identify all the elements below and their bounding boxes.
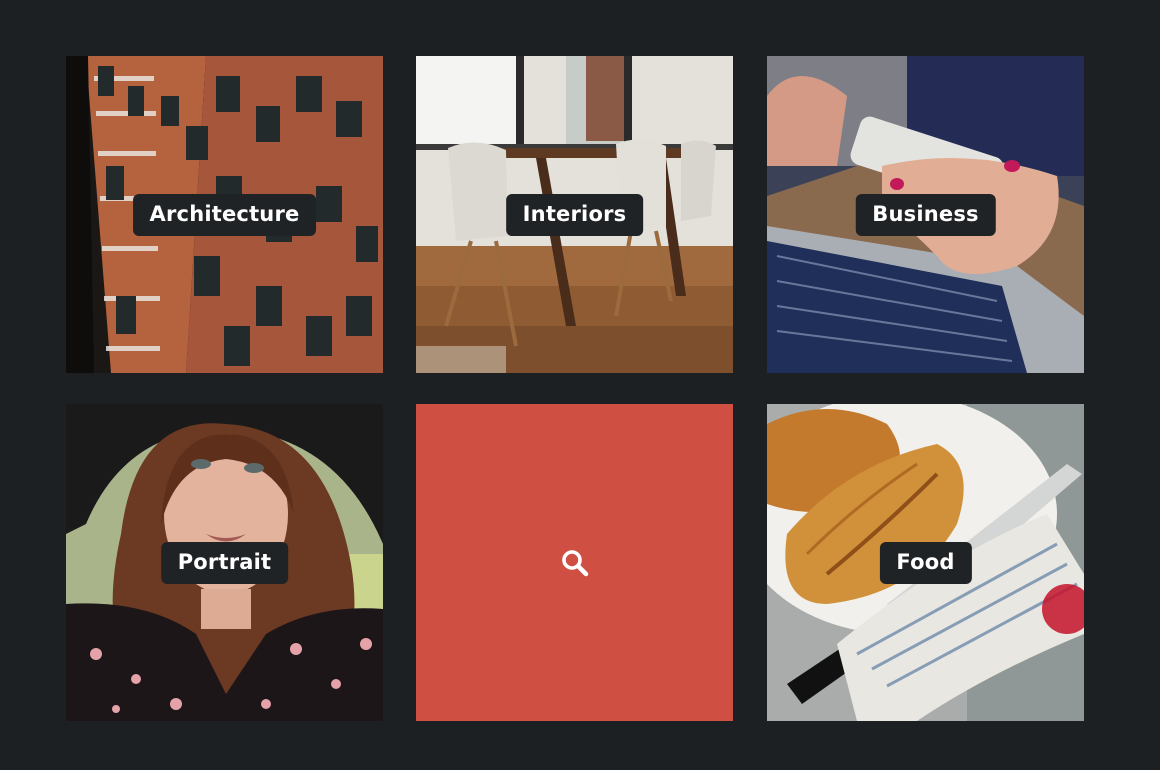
gallery-tile-portrait[interactable]: Portrait xyxy=(66,404,383,721)
gallery-tile-food[interactable]: Food xyxy=(767,404,1084,721)
tile-label: Food xyxy=(879,541,972,584)
tile-label: Business xyxy=(855,193,996,236)
gallery-tile-business[interactable]: Business xyxy=(767,56,1084,373)
tile-label: Architecture xyxy=(132,193,317,236)
tile-label: Interiors xyxy=(505,193,644,236)
gallery-tile-interiors[interactable]: Interiors xyxy=(416,56,733,373)
tile-label: Portrait xyxy=(160,541,289,584)
gallery-tile-architecture[interactable]: Architecture xyxy=(66,56,383,373)
gallery-tile-hovered[interactable] xyxy=(416,404,733,721)
search-icon xyxy=(561,549,588,576)
